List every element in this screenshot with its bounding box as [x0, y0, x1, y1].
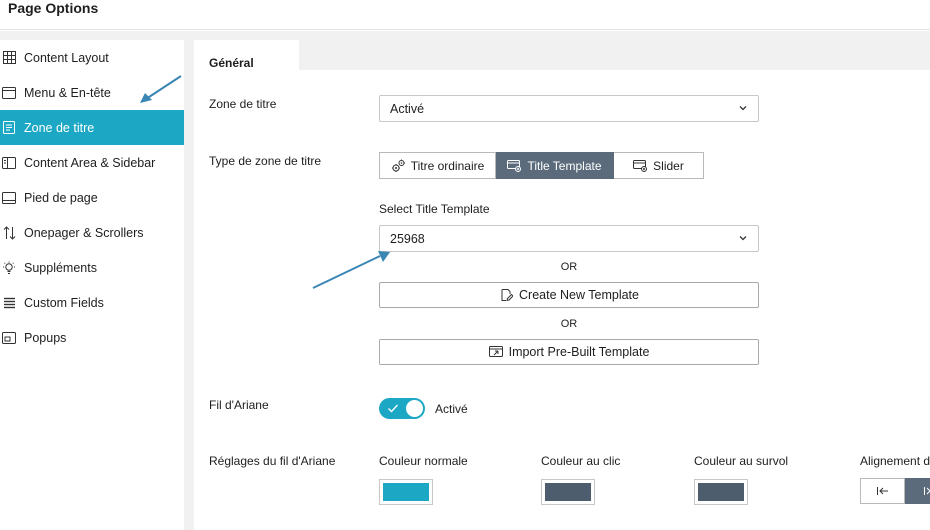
sidebar-layout-icon [2, 156, 16, 170]
page-title: Page Options [8, 0, 99, 16]
sidebar-item-label: Suppléments [24, 260, 97, 275]
tab-general[interactable]: Général [194, 40, 300, 71]
sidebar-item-custom-fields[interactable]: Custom Fields [0, 285, 184, 320]
hover-color-swatch[interactable] [694, 479, 748, 505]
sidebar-item-label: Custom Fields [24, 295, 104, 310]
align-left-icon [876, 487, 888, 495]
title-area-icon [2, 121, 16, 135]
click-color-swatch[interactable] [541, 479, 595, 505]
normal-color-fill [383, 483, 429, 501]
create-template-button[interactable]: Create New Template [379, 282, 759, 308]
up-down-arrows-icon [2, 225, 16, 240]
import-template-button[interactable]: Import Pre-Built Template [379, 339, 759, 365]
title-zone-label: Zone de titre [209, 97, 277, 111]
sidebar-item-content-layout[interactable]: Content Layout [0, 40, 184, 75]
annotation-arrow [312, 251, 390, 289]
breadcrumbs-toggle[interactable] [379, 398, 425, 419]
click-color-fill [545, 483, 591, 501]
check-icon [388, 404, 398, 413]
select-template-label: Select Title Template [379, 202, 490, 216]
footer-icon [2, 191, 16, 205]
lightbulb-icon [2, 261, 16, 275]
sidebar: Content Layout Menu & En-tête Zone de ti… [0, 40, 184, 530]
select-template-dropdown[interactable]: 25968 [379, 225, 759, 252]
sidebar-item-footer[interactable]: Pied de page [0, 180, 184, 215]
align-right-icon [923, 487, 930, 495]
hover-color-label: Couleur au survol [694, 454, 789, 468]
import-icon [488, 345, 503, 357]
alignment-group [860, 478, 930, 504]
annotation-arrow [140, 75, 182, 103]
gears-icon [391, 159, 405, 172]
or-separator: OR [560, 261, 578, 273]
title-zone-value: Activé [390, 101, 425, 116]
title-type-template-button[interactable]: Title Template [496, 152, 614, 179]
select-template-value: 25968 [390, 231, 425, 246]
align-right-button[interactable] [905, 478, 930, 504]
tab-strip [194, 40, 930, 70]
sidebar-item-content-area-sidebar[interactable]: Content Area & Sidebar [0, 145, 184, 180]
sidebar-item-label: Zone de titre [24, 120, 95, 135]
sidebar-item-label: Content Layout [24, 50, 109, 65]
title-type-slider-button[interactable]: Slider [614, 152, 704, 179]
sidebar-item-popups[interactable]: Popups [0, 320, 184, 355]
title-zone-type-label: Type de zone de titre [209, 154, 322, 168]
alignment-label: Alignement d [860, 454, 930, 468]
edit-document-icon [501, 289, 514, 302]
or-separator: OR [560, 318, 578, 330]
sidebar-item-label: Menu & En-tête [24, 85, 111, 100]
normal-color-label: Couleur normale [379, 454, 468, 468]
top-bar: Page Options [0, 0, 930, 30]
window-header-icon [2, 86, 16, 100]
align-left-button[interactable] [860, 478, 905, 504]
tab-general-label: Général [209, 56, 254, 70]
sidebar-item-label: Content Area & Sidebar [24, 155, 156, 170]
chevron-down-icon [739, 236, 747, 241]
sidebar-item-onepager-scrollers[interactable]: Onepager & Scrollers [0, 215, 184, 250]
title-zone-select[interactable]: Activé [379, 95, 759, 122]
popup-icon [2, 331, 16, 345]
template-icon [507, 159, 522, 172]
click-color-label: Couleur au clic [541, 454, 621, 468]
normal-color-swatch[interactable] [379, 479, 433, 505]
breadcrumbs-label: Fil d'Ariane [209, 398, 269, 412]
title-type-ordinary-button[interactable]: Titre ordinaire [379, 152, 496, 179]
hover-color-fill [698, 483, 744, 501]
sidebar-item-title-zone[interactable]: Zone de titre [0, 110, 184, 145]
sidebar-item-label: Popups [24, 330, 67, 345]
breadcrumb-settings-label: Réglages du fil d'Ariane [209, 454, 336, 468]
chevron-down-icon [739, 106, 747, 111]
sidebar-item-supplements[interactable]: Suppléments [0, 250, 184, 285]
layout-grid-icon [2, 51, 16, 65]
title-zone-type-group: Titre ordinaire Title Template Slider [379, 152, 704, 179]
breadcrumbs-state: Activé [435, 402, 468, 416]
slider-icon [633, 159, 648, 172]
toggle-knob [406, 400, 423, 417]
sidebar-item-label: Pied de page [24, 190, 98, 205]
list-lines-icon [2, 296, 16, 310]
sidebar-item-label: Onepager & Scrollers [24, 225, 144, 240]
